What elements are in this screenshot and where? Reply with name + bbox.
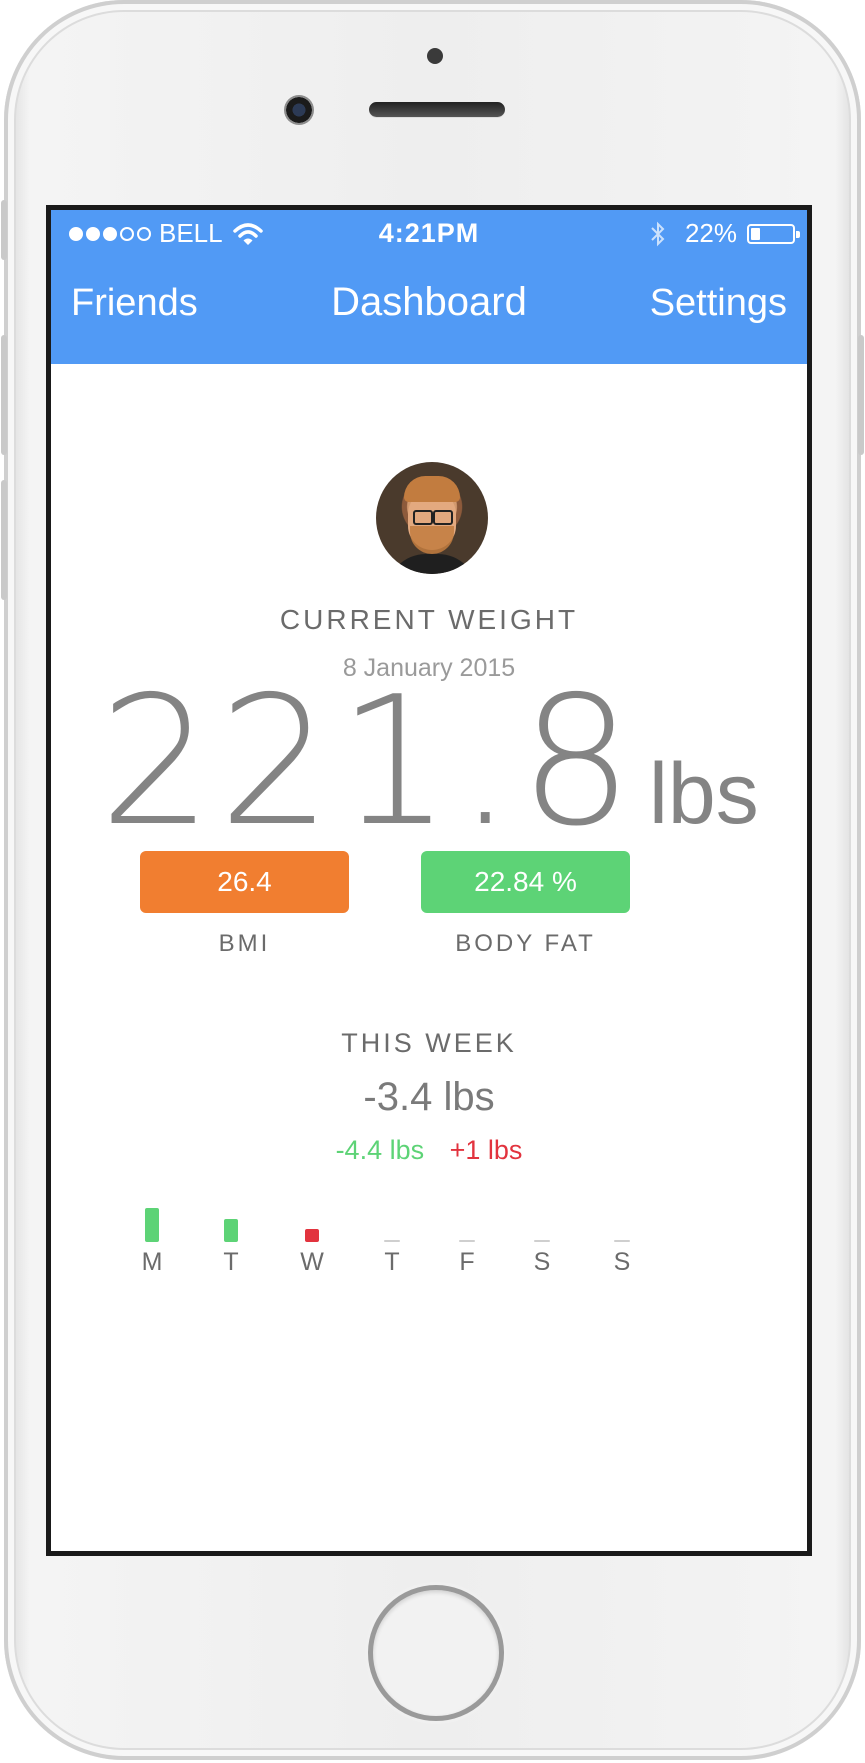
day-bar: [145, 1208, 159, 1242]
battery-icon: [747, 223, 800, 244]
day-label: M: [141, 1248, 163, 1276]
day-bar: [384, 1240, 400, 1242]
current-weight-unit: lbs: [648, 746, 759, 842]
day-bar: [614, 1240, 630, 1242]
bmi-badge[interactable]: 26.4: [140, 851, 349, 913]
day-label: S: [533, 1248, 551, 1276]
day-label: T: [223, 1248, 239, 1276]
day-bar: [224, 1218, 238, 1242]
this-week-breakdown: -4.4 lbs +1 lbs: [51, 1135, 807, 1166]
navigation-bar: Friends Dashboard Settings: [51, 258, 807, 364]
this-week-label: THIS WEEK: [341, 1028, 517, 1058]
bluetooth-icon: [651, 221, 665, 246]
day-label: T: [384, 1248, 400, 1276]
bmi-label: BMI: [218, 930, 271, 957]
day-label: S: [613, 1248, 631, 1276]
status-bar: BELL 4:21PM 22%: [51, 210, 807, 258]
day-bar: [305, 1229, 319, 1242]
weekly-change-chart: MTWTFSS: [51, 1190, 807, 1300]
current-weight-value: 221.8: [99, 658, 639, 865]
body-fat-badge[interactable]: 22.84 %: [421, 851, 630, 913]
volume-down-button: [1, 480, 7, 600]
volume-up-button: [1, 335, 7, 455]
day-bar: [459, 1240, 475, 1242]
this-week-loss: -4.4 lbs: [335, 1135, 425, 1165]
current-weight-label: CURRENT WEIGHT: [279, 604, 579, 635]
earpiece-speaker: [369, 102, 505, 117]
battery-percent: 22%: [684, 218, 737, 248]
proximity-sensor: [427, 48, 443, 64]
day-label: F: [459, 1248, 475, 1276]
app-screen: BELL 4:21PM 22% Friends Dashboard Settin…: [51, 210, 807, 1551]
settings-button[interactable]: Settings: [650, 282, 787, 325]
mute-switch: [1, 200, 7, 260]
front-camera: [284, 95, 314, 125]
home-button[interactable]: [368, 1585, 504, 1721]
avatar[interactable]: [376, 462, 488, 574]
status-right: 22%: [649, 218, 800, 249]
power-button: [858, 335, 864, 455]
this-week-net-change: -3.4 lbs: [363, 1075, 495, 1119]
day-bar: [534, 1240, 550, 1242]
day-label: W: [300, 1248, 324, 1276]
this-week-gain: +1 lbs: [449, 1135, 523, 1165]
body-fat-label: BODY FAT: [455, 930, 596, 957]
current-weight-display: 221.8 lbs: [51, 658, 807, 865]
